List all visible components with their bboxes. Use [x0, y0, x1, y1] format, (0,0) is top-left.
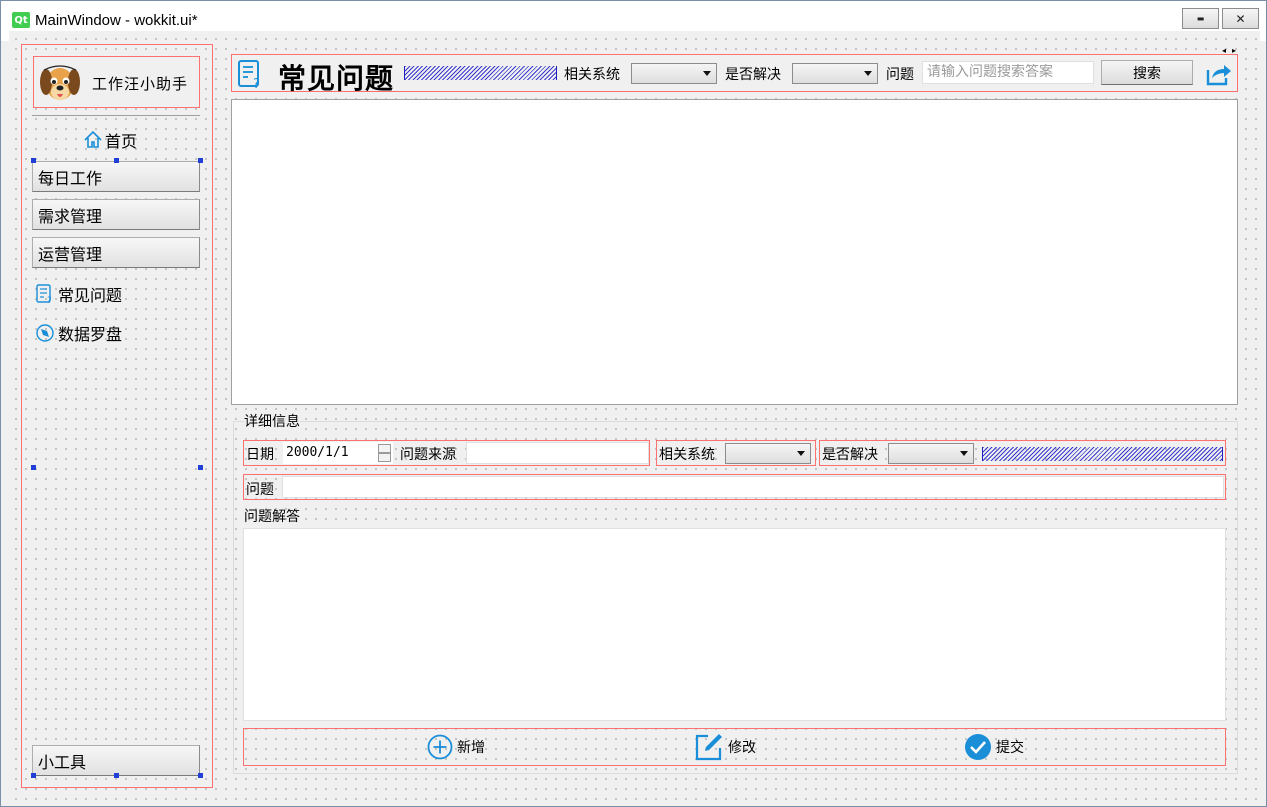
detail-question-label: 问题	[246, 482, 274, 498]
sidebar-frame	[21, 44, 213, 788]
nav-data-compass-label: 数据罗盘	[58, 325, 123, 344]
selection-handle[interactable]	[31, 773, 36, 778]
dog-logo-icon	[40, 65, 80, 100]
nav-operations-button[interactable]: 运营管理	[32, 237, 200, 268]
share-export-icon[interactable]	[1204, 60, 1232, 88]
layout-spacer	[982, 447, 1223, 461]
toolbar-overflow-arrows-icon[interactable]: ◂▸	[1222, 46, 1242, 55]
faq-table[interactable]	[231, 99, 1238, 405]
action-bar: 新增 修改 提交	[243, 728, 1226, 766]
search-input[interactable]: 请输入问题搜索答案	[922, 61, 1094, 84]
date-edit[interactable]: 2000/1/1	[283, 442, 393, 464]
spin-down-button[interactable]	[378, 453, 391, 462]
selection-handle[interactable]	[198, 158, 203, 163]
selection-handle[interactable]	[198, 773, 203, 778]
selection-handle[interactable]	[198, 465, 203, 470]
faq-doc-icon: ?	[238, 60, 260, 89]
selection-handle[interactable]	[31, 158, 36, 163]
close-button[interactable]: ✕	[1222, 8, 1259, 29]
date-value: 2000/1/1	[286, 445, 349, 460]
add-label: 新增	[457, 740, 485, 756]
chevron-down-icon	[703, 71, 711, 76]
selection-handle[interactable]	[114, 158, 119, 163]
nav-daily-work-button[interactable]: 每日工作	[32, 161, 200, 192]
sidebar-divider	[32, 115, 200, 116]
chevron-down-icon	[797, 451, 805, 456]
detail-system-label: 相关系统	[659, 447, 715, 463]
edit-button[interactable]: 修改	[694, 732, 756, 762]
page-title: 常见问题	[278, 62, 395, 95]
nav-data-compass-link[interactable]: 数据罗盘	[35, 321, 122, 345]
detail-system-combo[interactable]	[725, 443, 811, 464]
svg-text:?: ?	[47, 296, 52, 304]
date-label: 日期	[246, 447, 274, 463]
chevron-down-icon	[960, 451, 968, 456]
answer-label: 问题解答	[244, 509, 300, 525]
answer-textarea[interactable]	[243, 528, 1226, 721]
edit-pencil-icon	[695, 734, 722, 761]
detail-solved-combo[interactable]	[888, 443, 974, 464]
submit-button[interactable]: 提交	[964, 733, 1024, 761]
compass-icon	[36, 324, 54, 342]
check-circle-icon	[965, 734, 991, 760]
home-label: 首页	[105, 132, 138, 151]
home-link[interactable]: 首页	[83, 128, 137, 152]
detail-group-title: 详细信息	[244, 411, 300, 431]
home-icon	[84, 130, 102, 148]
spin-up-button[interactable]	[378, 444, 391, 453]
nav-faq-label: 常见问题	[58, 286, 123, 305]
source-input[interactable]	[466, 442, 649, 464]
edit-label: 修改	[728, 740, 756, 756]
selection-handle[interactable]	[31, 465, 36, 470]
selection-handle[interactable]	[114, 773, 119, 778]
nav-requirements-button[interactable]: 需求管理	[32, 199, 200, 230]
layout-spacer	[404, 66, 557, 80]
source-label: 问题来源	[400, 447, 456, 463]
chevron-down-icon	[864, 71, 872, 76]
add-button[interactable]: 新增	[427, 734, 485, 760]
app-name: 工作汪小助手	[92, 75, 189, 93]
qt-logo-icon: Qt	[12, 12, 30, 28]
solved-filter-label: 是否解决	[725, 67, 781, 83]
question-search-label: 问题	[886, 67, 914, 83]
detail-solved-label: 是否解决	[822, 447, 878, 463]
system-filter-combo[interactable]	[631, 63, 717, 84]
submit-label: 提交	[996, 740, 1024, 756]
system-filter-label: 相关系统	[564, 67, 620, 83]
main-window: Qt MainWindow - wokkit.ui* ▬ ✕ 工作汪小助手 首页	[0, 0, 1267, 807]
solved-filter-combo[interactable]	[792, 63, 878, 84]
search-button[interactable]: 搜索	[1101, 60, 1193, 85]
nav-faq-link[interactable]: ? 常见问题	[35, 282, 122, 306]
header-toolbar: ? 常见问题 相关系统 是否解决 问题 请输入问题搜索答案 搜索	[231, 54, 1238, 95]
svg-text:?: ?	[253, 77, 260, 89]
app-logo-block: 工作汪小助手	[33, 56, 200, 108]
minimize-button[interactable]: ▬	[1182, 8, 1219, 29]
faq-doc-icon: ?	[36, 284, 52, 304]
window-title: MainWindow - wokkit.ui*	[35, 12, 198, 29]
plus-circle-icon	[427, 734, 453, 760]
tools-button[interactable]: 小工具	[32, 745, 200, 776]
detail-question-input[interactable]	[282, 476, 1224, 498]
